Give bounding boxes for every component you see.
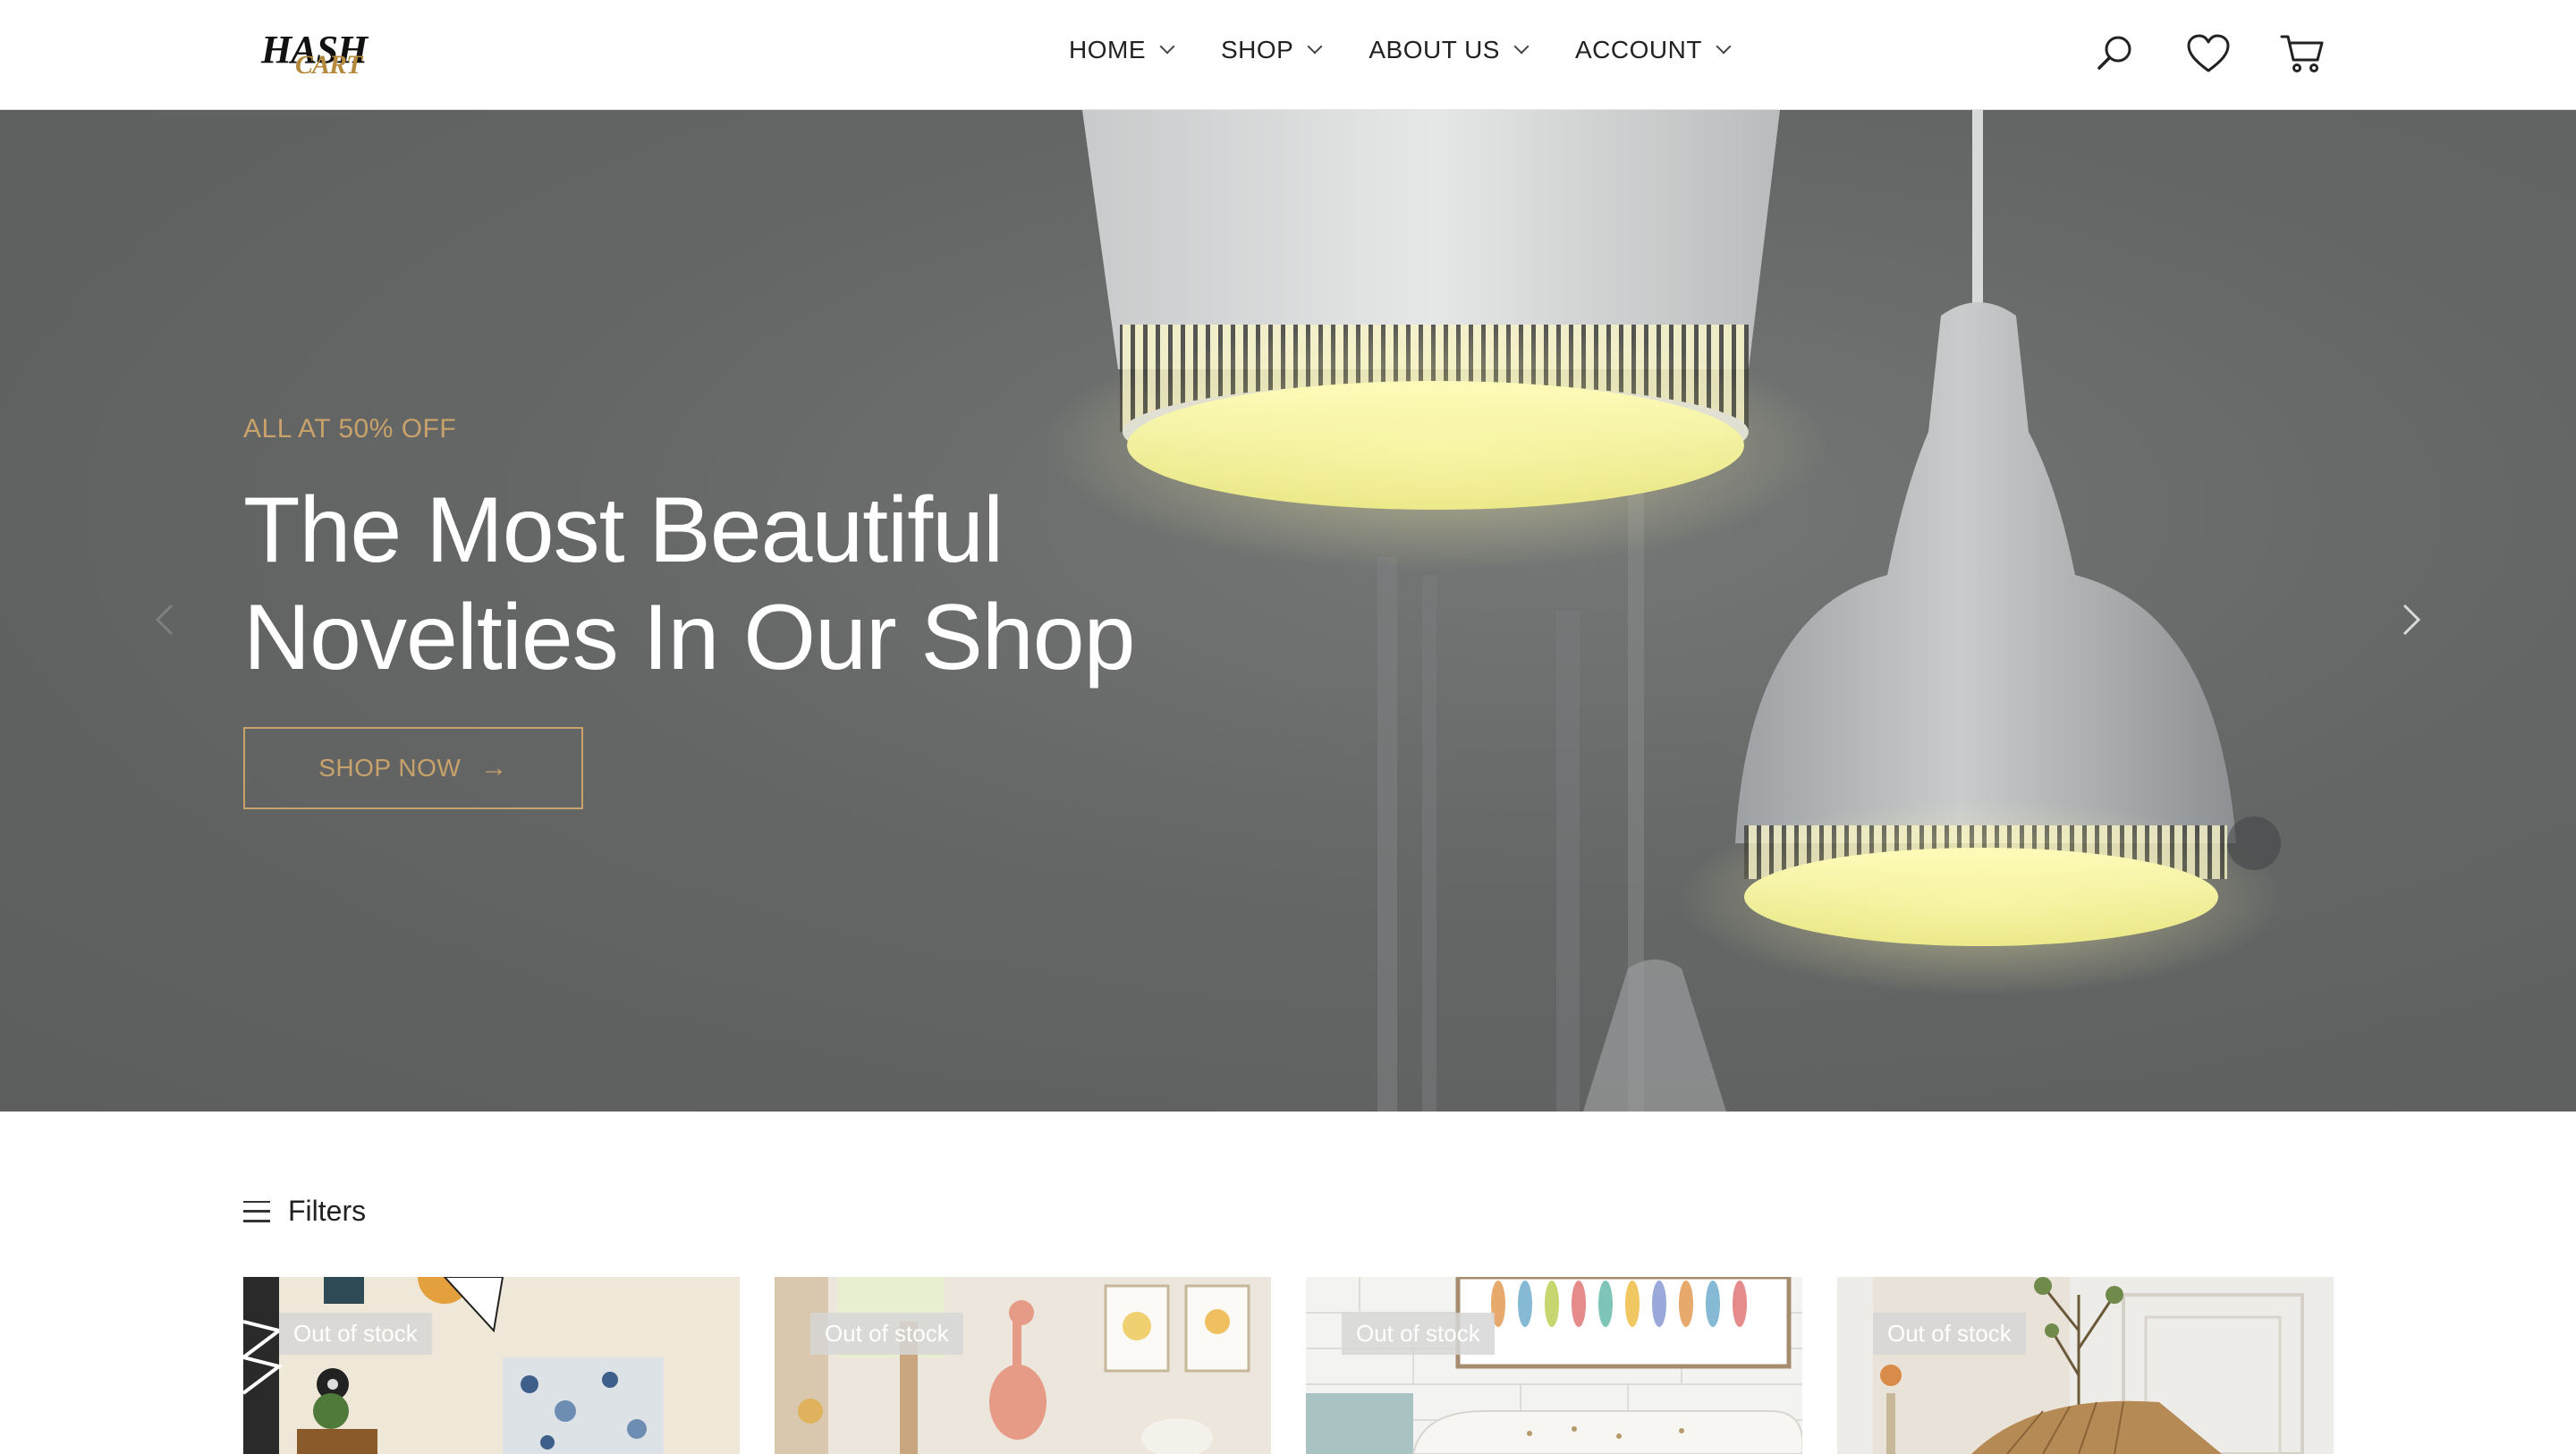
nav-item-about-us[interactable]: ABOUT US xyxy=(1368,36,1530,64)
hero-slider: ALL AT 50% OFF The Most Beautiful Novelt… xyxy=(0,110,2576,1112)
logo-text-cart: CART xyxy=(295,50,362,80)
arrow-right-icon: → xyxy=(480,753,508,782)
product-image xyxy=(1306,1277,1802,1454)
hero-eyebrow: ALL AT 50% OFF xyxy=(243,414,457,444)
chevron-down-icon xyxy=(1513,38,1530,55)
hero-headline-line1: The Most Beautiful xyxy=(243,478,1004,582)
shop-now-button[interactable]: SHOP NOW → xyxy=(243,727,583,809)
filters-toggle[interactable]: Filters xyxy=(243,1195,366,1228)
nav-item-label: ABOUT US xyxy=(1368,36,1500,63)
search-button[interactable] xyxy=(2091,30,2138,77)
slider-prev-arrow[interactable] xyxy=(147,593,182,647)
nav-item-shop[interactable]: SHOP xyxy=(1221,36,1323,64)
chevron-down-icon xyxy=(1716,38,1732,55)
search-icon xyxy=(2097,36,2131,70)
nav-item-label: SHOP xyxy=(1221,36,1294,63)
nav-item-account[interactable]: ACCOUNT xyxy=(1574,36,1732,64)
wishlist-button[interactable] xyxy=(2185,30,2232,77)
product-image xyxy=(243,1277,740,1454)
nav-item-label: HOME xyxy=(1069,36,1146,63)
product-card[interactable]: Out of stock xyxy=(775,1277,1271,1454)
slider-next-arrow[interactable] xyxy=(2394,593,2429,647)
out-of-stock-badge: Out of stock xyxy=(279,1313,432,1355)
hero-content: ALL AT 50% OFF The Most Beautiful Novelt… xyxy=(243,414,1135,809)
filters-label: Filters xyxy=(288,1195,367,1227)
product-image xyxy=(1837,1277,2334,1454)
product-card[interactable]: Out of stock xyxy=(1837,1277,2334,1454)
site-header: HASH CART HOME SHOP ABOUT US ACCOUNT xyxy=(0,0,2576,110)
out-of-stock-badge: Out of stock xyxy=(1873,1313,2026,1355)
product-grid: Out of stock Out of stock Out of stock O… xyxy=(243,1277,2334,1454)
chevron-down-icon xyxy=(1159,38,1175,55)
product-card[interactable]: Out of stock xyxy=(1306,1277,1802,1454)
cart-icon xyxy=(2280,35,2324,72)
hero-headline-line2: Novelties In Our Shop xyxy=(243,586,1135,689)
main-nav: HOME SHOP ABOUT US ACCOUNT xyxy=(1069,36,1732,64)
heart-icon xyxy=(2187,34,2230,72)
logo[interactable]: HASH CART xyxy=(261,27,377,80)
hero-headline: The Most Beautiful Novelties In Our Shop xyxy=(243,477,1135,691)
header-actions xyxy=(2091,30,2326,77)
cart-button[interactable] xyxy=(2279,30,2326,77)
product-image xyxy=(775,1277,1271,1454)
chevron-down-icon xyxy=(1307,38,1323,55)
chevron-right-icon xyxy=(2402,604,2421,636)
out-of-stock-badge: Out of stock xyxy=(810,1313,963,1355)
nav-item-label: ACCOUNT xyxy=(1574,36,1702,63)
menu-icon xyxy=(243,1200,270,1222)
shop-now-label: SHOP NOW xyxy=(318,754,462,782)
product-card[interactable]: Out of stock xyxy=(243,1277,740,1454)
nav-item-home[interactable]: HOME xyxy=(1069,36,1175,64)
chevron-left-icon xyxy=(155,604,174,636)
out-of-stock-badge: Out of stock xyxy=(1342,1313,1495,1355)
